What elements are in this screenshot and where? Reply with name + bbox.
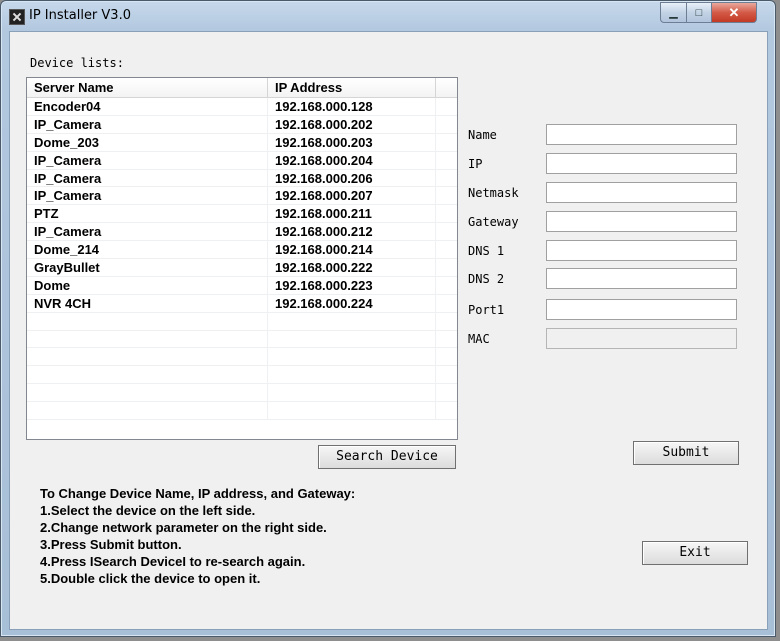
table-row[interactable]: Dome 192.168.000.223 [27,276,457,295]
title-bar[interactable]: IP Installer V3.0 ▁ □ ✕ [1,1,775,31]
submit-button[interactable]: Submit [633,441,739,465]
instruction-step: 4.Press ISearch DeviceI to re-search aga… [40,554,306,569]
table-row[interactable]: IP_Camera 192.168.000.212 [27,223,457,242]
cell-server-name [27,312,268,330]
cell-server-name: IP_Camera [27,187,268,205]
cell-server-name: IP_Camera [27,151,268,169]
cell-server-name: IP_Camera [27,223,268,241]
instructions: To Change Device Name, IP address, and G… [40,485,355,587]
cell-ip-address: 192.168.000.224 [268,294,436,312]
cell-ip-address: 192.168.000.214 [268,241,436,259]
instructions-heading: To Change Device Name, IP address, and G… [40,486,356,501]
port1-field[interactable] [546,299,737,320]
instruction-step: 2.Change network parameter on the right … [40,520,327,535]
table-row[interactable]: IP_Camera 192.168.000.207 [27,187,457,206]
cell-server-name: Dome [27,276,268,294]
name-field[interactable] [546,124,737,145]
table-row[interactable]: GrayBullet 192.168.000.222 [27,259,457,277]
cell-server-name [27,366,268,384]
cell-ip-address: 192.168.000.211 [268,205,436,223]
search-device-button[interactable]: Search Device [318,445,456,469]
gateway-field[interactable] [546,211,737,232]
cell-server-name: Dome_214 [27,241,268,259]
cell-ip-address: 192.168.000.212 [268,223,436,241]
close-button[interactable]: ✕ [712,2,757,23]
label-dns-2: DNS 2 [468,272,505,286]
table-row[interactable] [27,312,457,331]
cell-ip-address: 192.168.000.207 [268,187,436,205]
app-window: IP Installer V3.0 ▁ □ ✕ Device lists: Se… [0,0,776,637]
table-row[interactable] [27,366,457,385]
table-row[interactable] [27,402,457,421]
table-row[interactable]: Dome_214 192.168.000.214 [27,241,457,260]
table-row[interactable]: NVR 4CH 192.168.000.224 [27,294,457,313]
client-area: Device lists: Server Name IP Address Enc… [9,31,768,630]
table-row[interactable] [27,348,457,367]
label-gateway: Gateway [468,215,519,229]
column-header-ip-address[interactable]: IP Address [268,78,436,97]
cell-ip-address: 192.168.000.204 [268,151,436,169]
cell-ip-address: 192.168.000.206 [268,169,436,187]
device-list-label: Device lists: [30,56,124,70]
table-row[interactable]: IP_Camera 192.168.000.202 [27,115,457,134]
cell-ip-address [268,384,436,402]
cell-server-name: Encoder04 [27,98,268,115]
maximize-button[interactable]: □ [687,2,712,23]
device-list[interactable]: Server Name IP Address Encoder04 192.168.… [26,77,458,440]
cell-ip-address [268,402,436,420]
cell-ip-address: 192.168.000.203 [268,133,436,151]
table-row[interactable]: IP_Camera 192.168.000.206 [27,169,457,188]
dns-2-field[interactable] [546,268,737,289]
cell-server-name: PTZ [27,205,268,223]
label-ip: IP [468,157,483,171]
label-dns-1: DNS 1 [468,244,505,258]
label-netmask: Netmask [468,186,519,200]
cell-server-name [27,384,268,402]
table-row[interactable]: PTZ 192.168.000.211 [27,205,457,224]
table-row[interactable]: IP_Camera 192.168.000.204 [27,151,457,170]
cell-ip-address [268,330,436,348]
cell-server-name: GrayBullet [27,259,268,277]
cell-server-name [27,402,268,420]
cell-server-name: IP_Camera [27,115,268,133]
instruction-step: 3.Press Submit button. [40,537,182,552]
cell-ip-address: 192.168.000.222 [268,259,436,277]
list-rows: Encoder04 192.168.000.128 IP_Camera 192.168… [27,98,457,421]
label-name: Name [468,128,497,142]
ip-field[interactable] [546,153,737,174]
cell-ip-address [268,312,436,330]
exit-button[interactable]: Exit [642,541,748,565]
netmask-field[interactable] [546,182,737,203]
cell-ip-address [268,348,436,366]
table-row[interactable] [27,384,457,403]
cell-server-name: NVR 4CH [27,294,268,312]
table-row[interactable]: Encoder04 192.168.000.128 [27,98,457,116]
window-title: IP Installer V3.0 [29,8,131,23]
dns-1-field[interactable] [546,240,737,261]
cell-ip-address: 192.168.000.202 [268,115,436,133]
cell-ip-address: 192.168.000.128 [268,98,436,115]
cell-server-name [27,348,268,366]
table-row[interactable] [27,330,457,349]
minimize-button[interactable]: ▁ [660,2,687,23]
instruction-step: 1.Select the device on the left side. [40,503,256,518]
label-port1: Port1 [468,303,505,317]
list-header: Server Name IP Address [27,78,457,98]
app-tools-icon [9,9,25,25]
column-header-server-name[interactable]: Server Name [27,78,268,97]
cell-ip-address: 192.168.000.223 [268,276,436,294]
cell-ip-address [268,366,436,384]
table-row[interactable]: Dome_203 192.168.000.203 [27,133,457,152]
cell-server-name: Dome_203 [27,133,268,151]
instruction-step: 5.Double click the device to open it. [40,571,261,586]
label-mac: MAC [468,332,490,346]
cell-server-name [27,330,268,348]
cell-server-name: IP_Camera [27,169,268,187]
mac-field [546,328,737,349]
